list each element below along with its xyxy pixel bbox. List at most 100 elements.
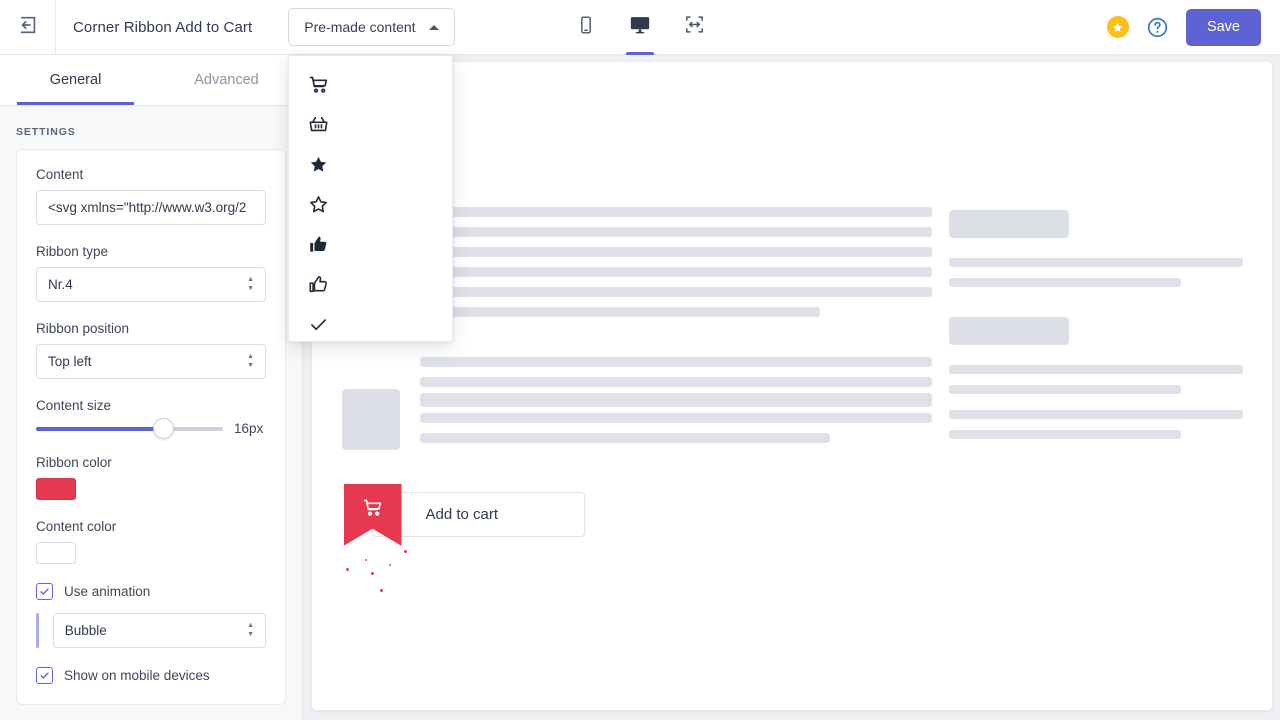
content-size-value: 16px [234, 421, 264, 436]
premade-content-button[interactable]: Pre-made content [288, 8, 455, 46]
device-desktop-button[interactable] [623, 0, 657, 55]
settings-card: Content <svg xmlns="http://www.w3.org/2 … [16, 149, 286, 705]
star-badge-icon[interactable] [1106, 16, 1129, 38]
skeleton-image-block [341, 392, 400, 450]
premade-content-dropdown: Pre-made content [288, 8, 455, 342]
device-responsive-button[interactable] [677, 0, 711, 55]
skeleton-line [948, 430, 1181, 439]
skeleton-line [948, 258, 1243, 267]
menu-item-star-filled[interactable] [289, 144, 452, 184]
ribbon-type-value: Nr.4 [48, 277, 73, 292]
ribbon-position-value: Top left [48, 354, 92, 369]
ribbon-position-select[interactable]: Top left ▲ ▼ [36, 344, 266, 379]
tab-advanced[interactable]: Advanced [151, 55, 302, 105]
premade-content-label: Pre-made content [304, 19, 416, 35]
page-title: Corner Ribbon Add to Cart [73, 18, 253, 36]
menu-item-shopping-cart[interactable] [289, 64, 452, 104]
content-input[interactable]: <svg xmlns="http://www.w3.org/2 [36, 190, 266, 225]
star-filled-icon [308, 154, 329, 175]
content-size-slider[interactable]: 16px [36, 418, 266, 439]
skeleton-image-block [948, 317, 1069, 345]
stepper-arrows-icon: ▲ ▼ [247, 622, 254, 638]
ribbon-type-select[interactable]: Nr.4 ▲ ▼ [36, 267, 266, 302]
add-to-cart-widget: Add to cart [343, 484, 585, 592]
skeleton-line [948, 385, 1181, 394]
skeleton-line [419, 413, 932, 423]
premade-content-menu [288, 55, 454, 344]
animation-type-select[interactable]: Bubble ▲ ▼ [52, 613, 266, 648]
save-button[interactable]: Save [1185, 8, 1261, 46]
add-to-cart-container: Add to cart [343, 484, 585, 546]
skeleton-line [419, 393, 932, 403]
bubble-particle [403, 550, 407, 553]
stepper-arrows-icon: ▲ ▼ [247, 353, 254, 369]
menu-item-thumbs-up-outline[interactable] [289, 264, 452, 304]
help-circle-icon[interactable] [1146, 16, 1169, 39]
bubble-particle [388, 564, 391, 566]
show-mobile-checkbox[interactable] [36, 667, 53, 684]
chevron-up-icon [428, 24, 439, 30]
shopping-cart-icon [308, 74, 329, 95]
ribbon-color-swatch[interactable] [36, 478, 76, 500]
use-animation-checkbox[interactable] [36, 583, 53, 600]
preview-canvas: Add to cart [311, 62, 1272, 710]
bubble-particle [370, 572, 374, 575]
show-mobile-row[interactable]: Show on mobile devices [36, 667, 266, 684]
top-bar-actions: Save [1106, 8, 1280, 46]
shopping-cart-icon [362, 497, 383, 523]
skeleton-line [419, 267, 932, 277]
animation-type-value: Bubble [64, 623, 107, 638]
bubble-particle [345, 568, 349, 571]
skeleton-line [419, 307, 820, 317]
tab-general[interactable]: General [0, 55, 151, 105]
stepper-arrows-icon: ▲ ▼ [247, 276, 254, 292]
device-mobile-button[interactable] [569, 0, 603, 55]
content-color-label: Content color [36, 519, 117, 534]
skeleton-line [419, 377, 932, 387]
skeleton-line [419, 433, 830, 443]
ribbon-color-label: Ribbon color [36, 455, 112, 470]
skeleton-line [948, 365, 1243, 374]
menu-item-checkmark[interactable] [289, 304, 452, 344]
content-size-label: Content size [36, 398, 112, 413]
menu-item-thumbs-up-filled[interactable] [289, 224, 452, 264]
shopping-basket-icon [308, 114, 329, 135]
ribbon-position-label: Ribbon position [36, 321, 130, 336]
use-animation-label: Use animation [64, 584, 151, 599]
bubble-particle [379, 589, 383, 592]
top-bar: Corner Ribbon Add to Cart Pre-made conte… [0, 0, 1280, 342]
settings-sidebar: General Advanced SETTINGS Content <svg x… [0, 55, 303, 720]
bubble-particle [364, 559, 367, 561]
mobile-icon [576, 15, 596, 40]
indent-marker [36, 613, 39, 648]
thumbs-up-filled-icon [308, 234, 329, 255]
slider-fill [36, 426, 164, 431]
settings-section-label: SETTINGS [16, 126, 76, 138]
slider-track[interactable] [36, 418, 223, 439]
skeleton-image-block [948, 210, 1069, 238]
skeleton-line [948, 410, 1243, 419]
add-to-cart-button[interactable]: Add to cart [371, 492, 585, 537]
content-color-swatch[interactable] [36, 542, 76, 564]
star-outline-icon [308, 194, 329, 215]
device-preview-switcher [569, 0, 711, 55]
show-mobile-label: Show on mobile devices [64, 668, 210, 683]
skeleton-line [419, 207, 932, 217]
desktop-icon [629, 14, 651, 41]
skeleton-line [419, 247, 932, 257]
animation-type-row: Bubble ▲ ▼ [36, 613, 266, 648]
corner-ribbon [343, 484, 402, 546]
slider-handle[interactable] [152, 418, 174, 439]
menu-item-shopping-basket[interactable] [289, 104, 452, 144]
menu-item-star-outline[interactable] [289, 184, 452, 224]
content-label: Content [36, 167, 84, 182]
checkmark-icon [308, 314, 329, 335]
skeleton-line [948, 278, 1181, 287]
back-button[interactable] [0, 0, 56, 55]
thumbs-up-outline-icon [308, 274, 329, 295]
skeleton-line [419, 357, 932, 367]
ribbon-type-label: Ribbon type [36, 244, 109, 259]
settings-tabs: General Advanced [0, 55, 302, 106]
back-arrow-icon [17, 14, 39, 41]
use-animation-row[interactable]: Use animation [36, 583, 266, 600]
